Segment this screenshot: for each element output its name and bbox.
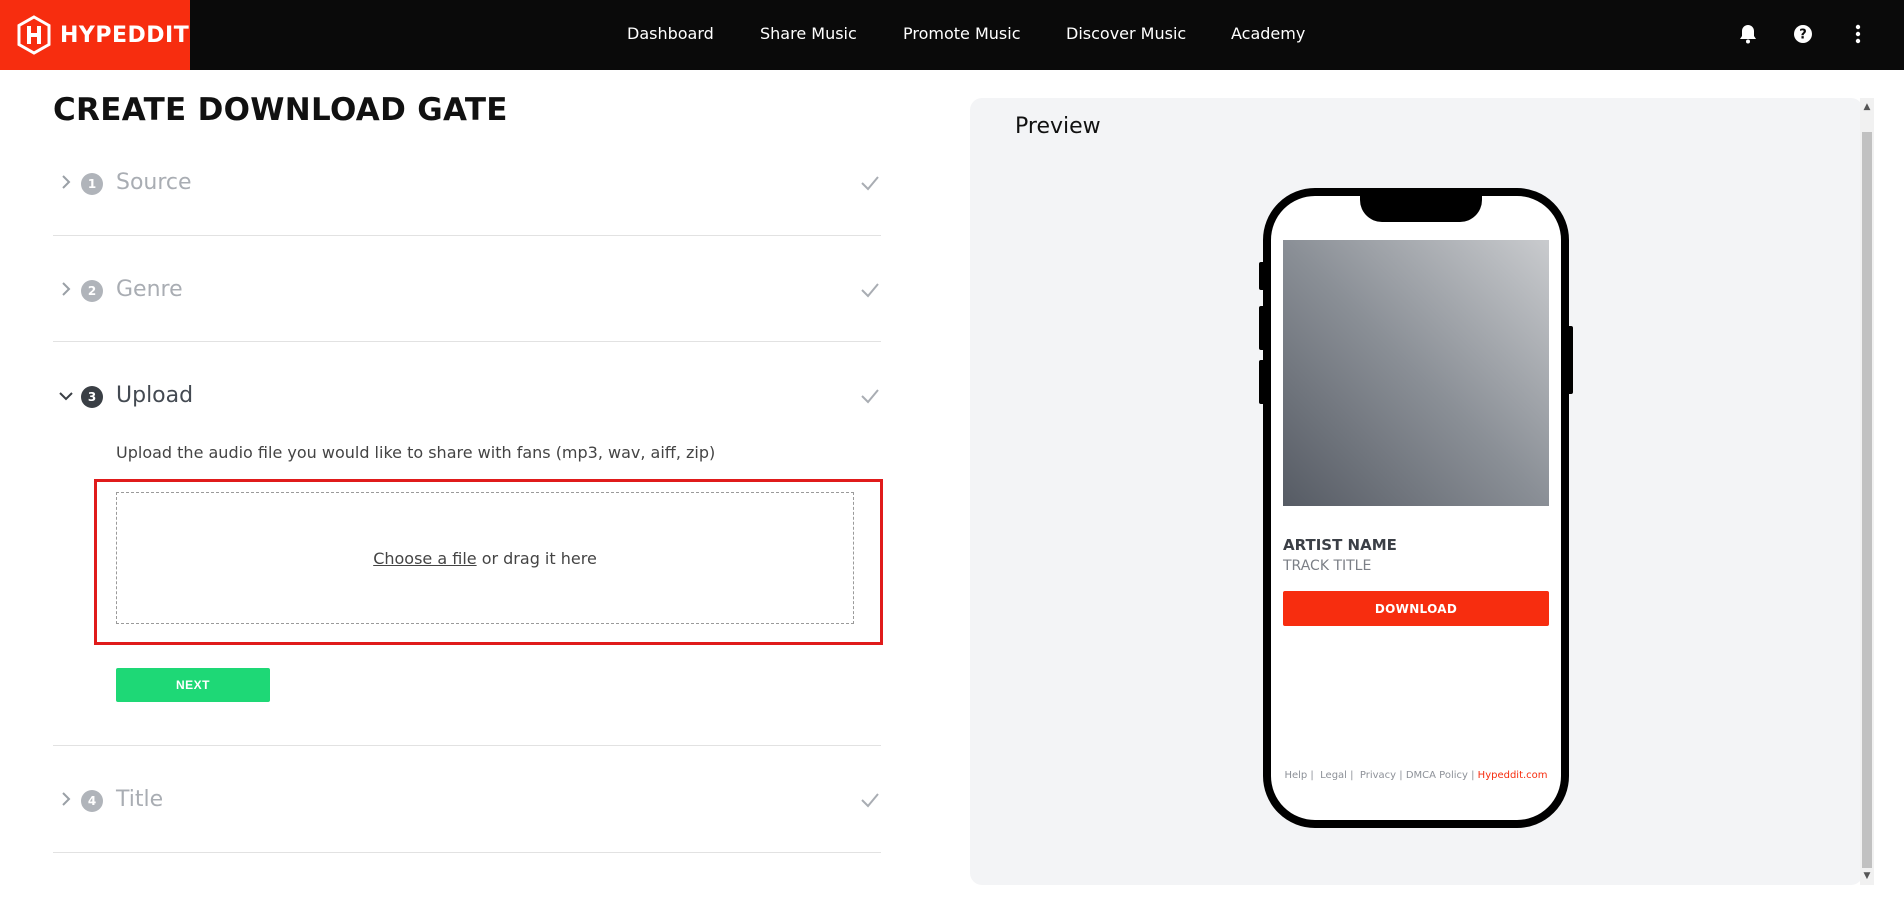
- chevron-right-icon: [62, 792, 71, 806]
- bell-icon[interactable]: [1736, 22, 1760, 46]
- divider: [53, 745, 881, 746]
- artist-name: ARTIST NAME: [1283, 536, 1397, 554]
- step-label: Genre: [116, 277, 183, 302]
- step-upload[interactable]: 3 Upload: [53, 383, 881, 415]
- chevron-right-icon: [62, 175, 71, 189]
- step-number: 1: [81, 173, 103, 195]
- logo[interactable]: HYPEDDIT: [0, 0, 190, 70]
- divider: [53, 852, 881, 853]
- step-number: 2: [81, 280, 103, 302]
- preview-title: Preview: [1015, 114, 1101, 139]
- check-icon: [861, 176, 879, 191]
- step-number: 3: [81, 386, 103, 408]
- help-icon[interactable]: ?: [1791, 22, 1815, 46]
- step-genre[interactable]: 2 Genre: [53, 277, 881, 309]
- preview-scrollbar[interactable]: ▲ ▼: [1860, 98, 1874, 885]
- upload-description: Upload the audio file you would like to …: [116, 443, 716, 462]
- footer-site: Hypeddit.com: [1477, 770, 1548, 781]
- file-dropzone[interactable]: Choose a file or drag it here: [116, 492, 854, 624]
- phone-side-button: [1259, 360, 1267, 404]
- chevron-right-icon: [62, 282, 71, 296]
- phone-side-button: [1565, 326, 1573, 394]
- scroll-up-icon[interactable]: ▲: [1860, 100, 1874, 114]
- phone-mockup: ARTIST NAME TRACK TITLE DOWNLOAD Help | …: [1263, 188, 1569, 828]
- page-title: CREATE DOWNLOAD GATE: [53, 92, 508, 128]
- step-label: Title: [116, 787, 164, 812]
- download-button: DOWNLOAD: [1283, 591, 1549, 626]
- nav-academy[interactable]: Academy: [1231, 24, 1305, 43]
- nav-dashboard[interactable]: Dashboard: [627, 24, 714, 43]
- more-vertical-icon[interactable]: [1846, 22, 1870, 46]
- phone-side-button: [1259, 306, 1267, 350]
- nav-share-music[interactable]: Share Music: [760, 24, 857, 43]
- top-navigation-bar: HYPEDDIT Dashboard Share Music Promote M…: [0, 0, 1904, 70]
- scroll-down-icon[interactable]: ▼: [1860, 869, 1874, 883]
- footer-dmca: DMCA Policy |: [1405, 770, 1475, 781]
- phone-notch: [1360, 194, 1482, 222]
- divider: [53, 235, 881, 236]
- step-label: Upload: [116, 383, 194, 408]
- footer-help: Help |: [1284, 770, 1314, 781]
- hypeddit-logo-icon: [17, 15, 51, 55]
- step-title[interactable]: 4 Title: [53, 787, 881, 819]
- choose-file-link[interactable]: Choose a file: [373, 549, 476, 568]
- step-number: 4: [81, 790, 103, 812]
- step-label: Source: [116, 170, 192, 195]
- phone-footer: Help | Legal | Privacy | DMCA Policy | H…: [1271, 770, 1561, 781]
- logo-text: HYPEDDIT: [60, 22, 190, 48]
- step-source[interactable]: 1 Source: [53, 170, 881, 202]
- footer-legal: Legal |: [1320, 770, 1354, 781]
- track-title: TRACK TITLE: [1283, 558, 1372, 574]
- phone-side-button: [1259, 262, 1267, 290]
- check-icon: [861, 283, 879, 298]
- footer-privacy: Privacy |: [1359, 770, 1403, 781]
- check-icon: [861, 389, 879, 404]
- next-button[interactable]: NEXT: [116, 668, 270, 702]
- album-art-placeholder: [1283, 240, 1549, 506]
- chevron-down-icon: [59, 392, 73, 401]
- check-icon: [861, 793, 879, 808]
- drag-hint: or drag it here: [476, 548, 597, 568]
- nav-discover-music[interactable]: Discover Music: [1066, 24, 1186, 43]
- scroll-thumb[interactable]: [1862, 132, 1872, 868]
- divider: [53, 341, 881, 342]
- nav-promote-music[interactable]: Promote Music: [903, 24, 1020, 43]
- svg-text:?: ?: [1799, 28, 1807, 43]
